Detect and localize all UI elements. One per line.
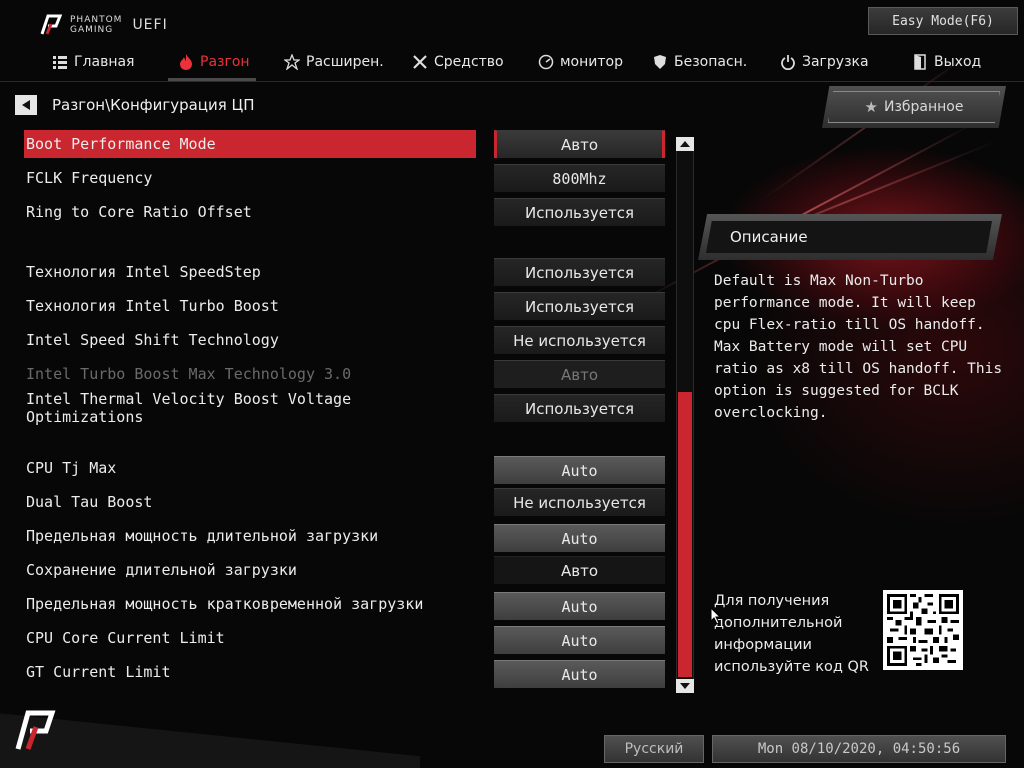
setting-value[interactable]: Auto: [494, 456, 665, 484]
nav-divider: [0, 81, 1024, 82]
shield-icon: [652, 54, 668, 70]
setting-label[interactable]: Технология Intel SpeedStep: [24, 258, 476, 286]
tools-icon: [412, 54, 428, 70]
mouse-cursor-icon: [710, 607, 722, 625]
tab-boot-label: Загрузка: [802, 54, 869, 70]
star-icon: [284, 54, 300, 70]
date-time-display: Mon 08/10/2020, 04:50:56: [712, 735, 1006, 763]
background-shadow: [0, 713, 420, 768]
tab-exit-label: Выход: [934, 54, 982, 70]
setting-value[interactable]: Auto: [494, 592, 665, 620]
grid-icon: [52, 54, 68, 70]
exit-icon: [912, 54, 928, 70]
setting-value[interactable]: Не используется: [494, 326, 665, 354]
brand: PHANTOM GAMING UEFI: [38, 12, 168, 38]
setting-label[interactable]: Предельная мощность кратковременной загр…: [24, 590, 476, 618]
setting-label[interactable]: Intel Speed Shift Technology: [24, 326, 476, 354]
scroll-up-button[interactable]: [676, 137, 694, 151]
qr-caption: Для получения дополнительной информации …: [714, 593, 870, 675]
scrollbar-thumb[interactable]: [678, 392, 692, 677]
setting-label: Intel Turbo Boost Max Technology 3.0: [26, 365, 352, 383]
tab-tools-label: Средство: [434, 54, 504, 70]
brand-line1: PHANTOM: [70, 15, 123, 25]
tab-main[interactable]: Главная: [52, 44, 134, 80]
tab-advanced-label: Расширен.: [306, 54, 384, 70]
tab-overclock-label: Разгон: [200, 54, 250, 70]
brand-line2: GAMING: [70, 25, 114, 35]
setting-label[interactable]: Технология Intel Turbo Boost: [24, 292, 476, 320]
scroll-down-button[interactable]: [676, 679, 694, 693]
setting-value[interactable]: Auto: [494, 626, 665, 654]
setting-value[interactable]: Авто: [494, 130, 665, 158]
setting-value[interactable]: Используется: [494, 258, 665, 286]
setting-label[interactable]: CPU Core Current Limit: [24, 624, 476, 652]
favorites-frame: [828, 91, 1000, 123]
back-button[interactable]: [15, 95, 37, 115]
description-title: Описание: [706, 221, 992, 253]
setting-label[interactable]: Предельная мощность длительной загрузки: [24, 522, 476, 550]
tab-monitor-label: монитор: [560, 54, 623, 70]
qr-code-icon: [883, 590, 963, 670]
tab-monitor[interactable]: монитор: [538, 44, 623, 80]
brand-uefi: UEFI: [132, 17, 168, 33]
setting-label[interactable]: CPU Tj Max: [24, 454, 476, 482]
setting-value[interactable]: Не используется: [494, 488, 665, 516]
setting-label[interactable]: GT Current Limit: [24, 658, 476, 686]
setting-value[interactable]: Используется: [494, 394, 665, 422]
easy-mode-button[interactable]: Easy Mode(F6): [868, 7, 1018, 35]
setting-label[interactable]: Dual Tau Boost: [24, 488, 476, 516]
main-nav: Главная Разгон Расширен. Средство монито…: [0, 44, 1024, 80]
phantom-gaming-logo: [15, 710, 56, 750]
tab-security-label: Безопасн.: [674, 54, 748, 70]
setting-value[interactable]: 800Mhz: [494, 164, 665, 192]
tab-advanced[interactable]: Расширен.: [284, 44, 384, 80]
setting-label[interactable]: Boot Performance Mode: [24, 130, 476, 158]
favorites-button[interactable]: ★ Избранное: [822, 86, 1006, 128]
power-icon: [780, 54, 796, 70]
setting-value[interactable]: Авто: [494, 556, 665, 584]
tab-overclock[interactable]: Разгон: [178, 44, 250, 80]
setting-label[interactable]: Ring to Core Ratio Offset: [24, 198, 476, 226]
language-button[interactable]: Русский: [604, 735, 704, 763]
description-text: Default is Max Non-Turbo performance mod…: [714, 273, 1003, 421]
setting-value[interactable]: Auto: [494, 660, 665, 688]
breadcrumb: Разгон\Конфигурация ЦП: [52, 96, 255, 114]
setting-value[interactable]: Используется: [494, 292, 665, 320]
phantom-gaming-logo: [40, 14, 63, 35]
tab-main-label: Главная: [74, 54, 135, 70]
setting-value: Авто: [494, 360, 665, 388]
brand-name: PHANTOM GAMING: [70, 15, 122, 35]
tab-boot[interactable]: Загрузка: [780, 44, 869, 80]
monitor-icon: [538, 54, 554, 70]
setting-label[interactable]: Сохранение длительной загрузки: [24, 556, 476, 584]
setting-label[interactable]: Intel Thermal Velocity Boost Voltage Opt…: [24, 390, 476, 426]
tab-security[interactable]: Безопасн.: [652, 44, 747, 80]
flame-icon: [178, 54, 194, 70]
setting-value[interactable]: Auto: [494, 524, 665, 552]
tab-tools[interactable]: Средство: [412, 44, 504, 80]
tab-exit[interactable]: Выход: [912, 44, 981, 80]
setting-value[interactable]: Используется: [494, 198, 665, 226]
setting-label[interactable]: FCLK Frequency: [24, 164, 476, 192]
